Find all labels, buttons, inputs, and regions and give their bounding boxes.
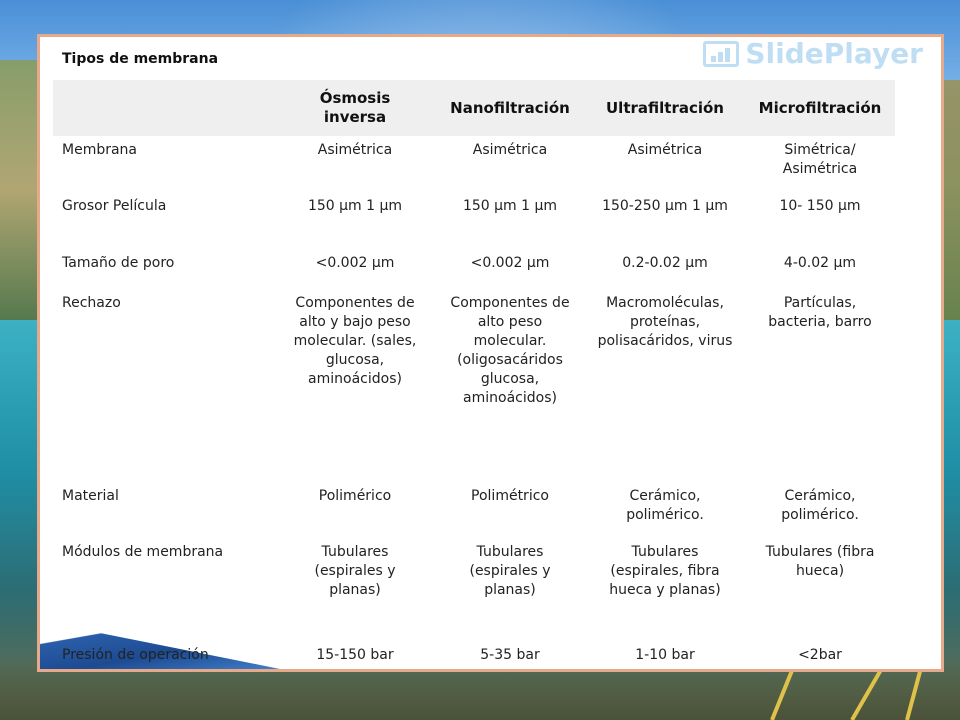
table-cell: Componentes de alto peso molecular. (oli… [450, 295, 570, 406]
table-cell: Asimétrica [317, 142, 393, 158]
slideplayer-logo-icon [703, 40, 740, 67]
table-cell: Cerámico, polimérico. [626, 488, 704, 523]
column-header-ultrafiltracion: Ultrafiltración [606, 98, 724, 117]
column-header-nanofiltracion: Nanofiltración [450, 98, 570, 117]
table-cell: <0.002 µm [315, 255, 395, 271]
column-header-microfiltracion: Microfiltración [758, 98, 882, 117]
table-cell: Tubulares (fibra hueca) [765, 544, 875, 579]
table-cell: <2bar [798, 647, 842, 663]
table-cell: Tubulares (espirales y planas) [314, 544, 396, 598]
slideplayer-logo: SlidePlayer [703, 37, 923, 70]
table-cell: Simétrica/ Asimétrica [782, 142, 858, 177]
row-label-tamano-de-poro: Tamaño de poro [62, 255, 175, 271]
row-label-rechazo: Rechazo [62, 295, 121, 311]
table-cell: <0.002 µm [470, 255, 550, 271]
column-header-osmosis-inversa: Ósmosis inversa [319, 89, 391, 126]
table-cell: Polimérico [318, 488, 392, 504]
row-label-presion-de-operacion: Presión de operación [62, 647, 209, 663]
table-cell: 4-0.02 µm [783, 255, 857, 271]
table-cell: Componentes de alto y bajo peso molecula… [293, 295, 417, 387]
row-label-membrana: Membrana [62, 142, 138, 158]
table-cell: 150 µm 1 µm [307, 198, 403, 214]
row-label-material: Material [62, 488, 119, 504]
table-cell: Asimétrica [472, 142, 548, 158]
slide-title: Tipos de membrana [62, 51, 219, 67]
table-cell: 15-150 bar [316, 647, 394, 663]
table-cell: Macromoléculas, proteínas, polisacáridos… [597, 295, 733, 349]
row-label-grosor-pelicula: Grosor Película [62, 198, 167, 214]
slide-panel: SlidePlayer Tipos de membrana Ósmosis in… [37, 34, 944, 672]
table-cell: 10- 150 µm [779, 198, 861, 214]
table-cell: Cerámico, polimérico. [781, 488, 859, 523]
slideplayer-logo-text: SlidePlayer [745, 37, 923, 70]
table-cell: 150 µm 1 µm [462, 198, 558, 214]
table-cell: 150-250 µm 1 µm [602, 198, 728, 214]
table-cell: Tubulares (espirales, fibra hueca y plan… [609, 544, 721, 598]
table-cell: Asimétrica [627, 142, 703, 158]
table-cell: 5-35 bar [480, 647, 540, 663]
table-cell: 0.2-0.02 µm [622, 255, 708, 271]
table-cell: Polimétrico [471, 488, 549, 504]
table-cell: Partículas, bacteria, barro [768, 295, 872, 330]
table-cell: Tubulares (espirales y planas) [469, 544, 551, 598]
row-label-modulos-de-membrana: Módulos de membrana [62, 544, 224, 560]
table-cell: 1-10 bar [635, 647, 695, 663]
